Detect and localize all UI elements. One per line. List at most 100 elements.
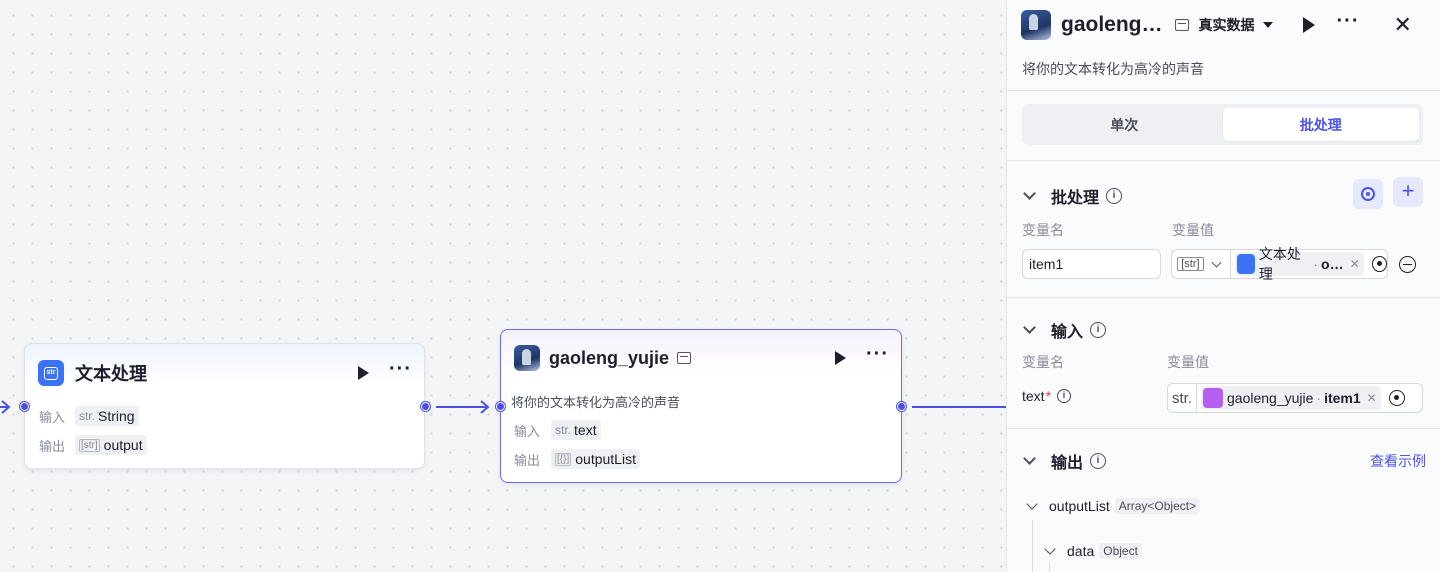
view-example-link[interactable]: 查看示例 xyxy=(1370,451,1426,471)
more-icon[interactable]: ··· xyxy=(389,359,412,379)
type-label: str. xyxy=(79,409,96,423)
batch-section-header[interactable]: 批处理 i xyxy=(1022,184,1123,208)
remove-variable-button[interactable] xyxy=(1399,256,1416,273)
node-detail-panel: gaoleng… 真实数据 ··· ✕ 将你的文本转化为高冷的声音 单次 批处理… xyxy=(1006,0,1440,572)
tab-single[interactable]: 单次 xyxy=(1026,108,1223,141)
tree-guide-line xyxy=(1032,520,1033,572)
chevron-down-icon[interactable] xyxy=(1023,452,1036,465)
gear-icon xyxy=(1361,187,1375,201)
panel-header: gaoleng… 真实数据 ··· ✕ xyxy=(1021,10,1426,40)
node-text-process[interactable]: str 文本处理 ··· 输入 str. String 输出 [str] out… xyxy=(24,343,425,469)
workflow-canvas[interactable]: str 文本处理 ··· 输入 str. String 输出 [str] out… xyxy=(0,0,1006,572)
run-icon[interactable] xyxy=(835,351,847,365)
var-name: text xyxy=(1022,388,1045,404)
caret-down-icon[interactable] xyxy=(1262,22,1273,28)
input-value: String xyxy=(98,408,135,424)
type-label: str. xyxy=(1171,389,1192,407)
column-label-name: 变量名 xyxy=(1022,222,1064,238)
info-icon[interactable]: i xyxy=(1090,453,1107,469)
run-mode-tabs: 单次 批处理 xyxy=(1022,104,1423,145)
text-process-icon xyxy=(1236,254,1255,274)
output-field-type: Array<Object> xyxy=(1114,498,1201,514)
chevron-down-icon[interactable] xyxy=(1023,187,1036,200)
input-var-value-field[interactable]: str. gaoleng_yujie · item1 ✕ xyxy=(1167,383,1423,413)
reference-chip[interactable]: 文本处理 · o… ✕ xyxy=(1234,246,1364,282)
more-icon[interactable]: ··· xyxy=(866,344,889,364)
ref-node-name: 文本处理 xyxy=(1258,246,1301,282)
output-field-name: data xyxy=(1067,543,1095,559)
data-mode-select[interactable]: 真实数据 xyxy=(1199,15,1255,35)
ref-separator: · xyxy=(1313,256,1319,272)
node-header: gaoleng_yujie ··· xyxy=(514,344,889,372)
type-label: [str] xyxy=(79,438,100,452)
output-tree-item[interactable]: outputList Array<Object> xyxy=(1026,497,1201,514)
input-chip: str. text xyxy=(551,420,601,440)
type-label: str. xyxy=(555,423,572,437)
batch-settings-button[interactable] xyxy=(1353,179,1383,209)
node-output-row: 输出 [str] output xyxy=(39,435,147,455)
type-selector[interactable]: [str] xyxy=(1177,257,1204,271)
node-title: gaoleng_yujie xyxy=(549,347,670,368)
more-icon[interactable]: ··· xyxy=(1337,11,1360,31)
output-section-header[interactable]: 输出 i xyxy=(1022,449,1107,473)
ref-field-name: item1 xyxy=(1324,390,1361,406)
output-label: 输出 xyxy=(39,438,66,454)
tab-batch[interactable]: 批处理 xyxy=(1222,108,1419,141)
divider xyxy=(1007,428,1440,429)
output-field-type: Object xyxy=(1099,543,1142,559)
add-variable-button[interactable]: + xyxy=(1393,177,1423,207)
run-icon[interactable] xyxy=(1302,17,1315,33)
node-a-output-port[interactable] xyxy=(421,402,430,411)
panel-description: 将你的文本转化为高冷的声音 xyxy=(1022,61,1204,77)
node-output-row: 输出 [{}] outputList xyxy=(514,449,640,469)
info-icon[interactable]: i xyxy=(1057,389,1072,403)
run-icon[interactable] xyxy=(358,366,370,380)
chevron-down-icon[interactable] xyxy=(1044,542,1056,555)
output-tree-item[interactable]: data Object xyxy=(1044,542,1142,559)
output-chip: [{}] outputList xyxy=(551,449,640,469)
store-icon xyxy=(1174,19,1189,31)
divider xyxy=(1196,383,1197,413)
remove-reference-icon[interactable]: ✕ xyxy=(1350,257,1360,271)
ref-field-name: o… xyxy=(1321,256,1344,272)
node-a-input-port[interactable] xyxy=(20,402,29,411)
output-chip: [str] output xyxy=(75,435,147,455)
ref-separator: · xyxy=(1316,390,1322,406)
node-b-output-port[interactable] xyxy=(897,402,906,411)
reference-chip[interactable]: gaoleng_yujie · item1 ✕ xyxy=(1201,386,1381,410)
node-header: str 文本处理 ··· xyxy=(38,359,412,387)
panel-title: gaoleng… xyxy=(1061,13,1163,36)
chevron-down-icon[interactable] xyxy=(1026,497,1038,510)
divider xyxy=(1007,160,1440,161)
close-icon[interactable]: ✕ xyxy=(1394,14,1412,36)
output-field-name: outputList xyxy=(1049,498,1110,514)
input-label: 输入 xyxy=(39,409,66,425)
column-label-value: 变量值 xyxy=(1172,222,1214,238)
info-icon[interactable]: i xyxy=(1090,322,1107,338)
divider xyxy=(1007,90,1440,91)
node-b-input-port[interactable] xyxy=(496,402,505,411)
batch-var-name-input[interactable]: item1 xyxy=(1022,249,1161,279)
avatar-icon xyxy=(1021,10,1051,40)
section-title: 输出 xyxy=(1051,455,1084,472)
variable-picker-icon[interactable] xyxy=(1388,390,1405,406)
section-title: 输入 xyxy=(1051,324,1084,341)
output-value: outputList xyxy=(575,451,636,467)
input-section-header[interactable]: 输入 i xyxy=(1022,318,1107,342)
chevron-down-icon[interactable] xyxy=(1211,257,1222,267)
info-icon[interactable]: i xyxy=(1106,188,1123,204)
chevron-down-icon[interactable] xyxy=(1023,321,1036,334)
batch-item-icon xyxy=(1203,388,1223,408)
variable-picker-icon[interactable] xyxy=(1371,256,1387,272)
node-title: 文本处理 xyxy=(75,364,147,384)
type-label: [{}] xyxy=(555,452,572,466)
node-description: 将你的文本转化为高冷的声音 xyxy=(511,395,681,410)
divider xyxy=(1007,297,1440,298)
node-gaoleng-yujie[interactable]: gaoleng_yujie ··· 将你的文本转化为高冷的声音 输入 str. … xyxy=(500,329,902,483)
divider xyxy=(1229,249,1231,279)
node-input-row: 输入 str. String xyxy=(39,406,139,426)
output-label: 输出 xyxy=(514,452,541,468)
batch-var-value-field[interactable]: [str] 文本处理 · o… ✕ xyxy=(1171,246,1388,282)
remove-reference-icon[interactable]: ✕ xyxy=(1367,391,1377,405)
store-icon xyxy=(677,352,692,364)
